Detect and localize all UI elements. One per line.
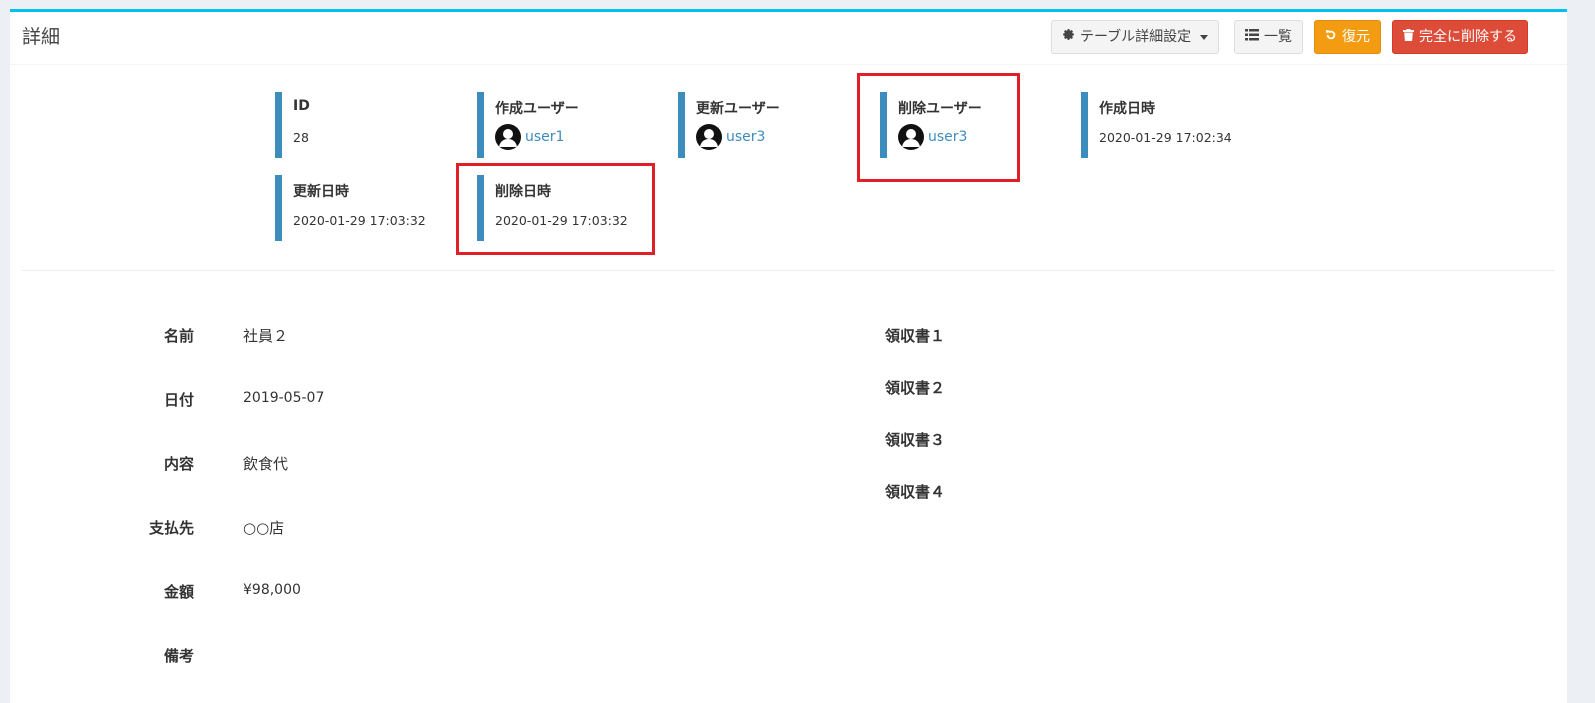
meta-id-value: 28 (293, 130, 309, 145)
meta-created-at-value: 2020-01-29 17:02:34 (1099, 130, 1232, 145)
meta-created-user-wrap: user1 (495, 124, 564, 150)
highlight-deleted-user (857, 73, 1020, 182)
receipt-4-label: 領収書４ (885, 483, 946, 501)
list-icon (1245, 21, 1259, 53)
receipt-2-label: 領収書２ (885, 379, 946, 397)
updated-user-link[interactable]: user3 (726, 129, 765, 145)
meta-updated-user-wrap: user3 (696, 124, 765, 150)
table-settings-button[interactable]: テーブル詳細設定 (1051, 20, 1220, 54)
meta-updated-at-value: 2020-01-29 17:03:32 (293, 213, 426, 228)
field-name-label: 名前 (163, 327, 194, 345)
field-date-value: 2019-05-07 (243, 390, 325, 406)
delete-button[interactable]: 完全に削除する (1392, 20, 1528, 54)
meta-created-user-label: 作成ユーザー (495, 101, 579, 117)
meta-id-label: ID (293, 98, 310, 114)
list-button[interactable]: 一覧 (1234, 20, 1303, 54)
meta-id: ID 28 (275, 92, 445, 158)
table-settings-label: テーブル詳細設定 (1080, 29, 1192, 45)
field-amount-label: 金額 (163, 583, 194, 601)
meta-created-user: 作成ユーザー user1 (477, 92, 647, 158)
meta-created-at-label: 作成日時 (1099, 101, 1155, 117)
meta-updated-user: 更新ユーザー user3 (678, 92, 848, 158)
field-amount-value: ¥98,000 (243, 582, 301, 598)
detail-box: 詳細 テーブル詳細設定 一覧 復元 完全に削除する ID 28 作成ユーザー u… (10, 9, 1567, 703)
meta-updated-at-label: 更新日時 (293, 184, 349, 200)
receipt-3-label: 領収書３ (885, 431, 946, 449)
gear-icon (1062, 21, 1075, 53)
trash-icon (1403, 21, 1414, 53)
field-payee-value: ○○店 (243, 519, 285, 537)
field-content-value: 飲食代 (243, 455, 289, 473)
field-content-label: 内容 (163, 455, 194, 473)
field-note-label: 備考 (163, 647, 194, 665)
receipt-1-label: 領収書１ (885, 327, 946, 345)
page-title: 詳細 (22, 26, 61, 48)
list-label: 一覧 (1264, 29, 1292, 45)
user-avatar-icon (495, 124, 521, 150)
restore-label: 復元 (1342, 29, 1370, 45)
highlight-deleted-at (456, 163, 655, 255)
box-header: 詳細 テーブル詳細設定 一覧 復元 完全に削除する (10, 12, 1567, 65)
meta-updated-user-label: 更新ユーザー (696, 101, 780, 117)
caret-down-icon (1200, 34, 1209, 40)
field-name-value: 社員２ (243, 327, 289, 345)
undo-icon (1325, 21, 1337, 53)
restore-button[interactable]: 復元 (1314, 20, 1381, 54)
field-date-label: 日付 (163, 391, 194, 409)
created-user-link[interactable]: user1 (525, 129, 564, 145)
meta-updated-at: 更新日時 2020-01-29 17:03:32 (275, 175, 445, 241)
divider (22, 270, 1555, 271)
delete-label: 完全に削除する (1419, 29, 1517, 45)
user-avatar-icon (696, 124, 722, 150)
meta-created-at: 作成日時 2020-01-29 17:02:34 (1081, 92, 1251, 158)
field-payee-label: 支払先 (148, 519, 194, 537)
